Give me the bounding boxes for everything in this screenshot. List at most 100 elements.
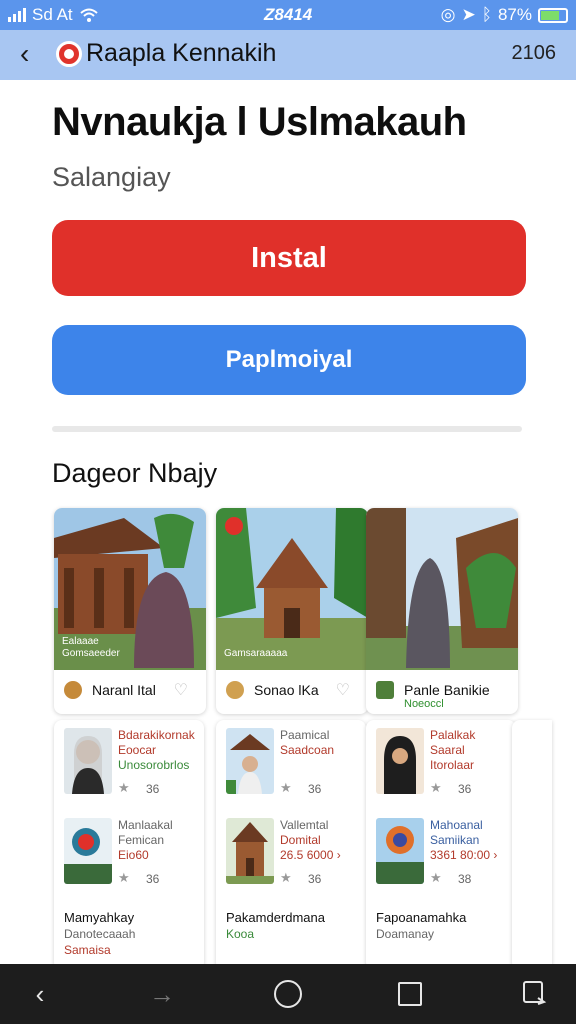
footer-title: Mamyahkay xyxy=(64,910,135,925)
screenshot-caption: Gomsaeeder xyxy=(62,648,120,659)
status-left: Sd At xyxy=(8,5,99,25)
footer-title: Pakamderdmana xyxy=(226,910,325,925)
screenshot-image: Gamsaraaaaa xyxy=(216,508,368,670)
bluetooth-icon: ᛒ xyxy=(481,5,492,24)
battery-percent: 87% xyxy=(497,5,532,24)
status-right: ◎ ➤ ᛒ 87% xyxy=(441,5,568,25)
item-count: 36 xyxy=(458,782,472,796)
item-image xyxy=(376,728,424,794)
item-subtitle: Samiikan xyxy=(430,833,480,847)
app-detail-page: Nvnaukja l Uslmakauh Salangiay Instal Pa… xyxy=(6,80,570,964)
recents-icon[interactable] xyxy=(398,982,422,1006)
card-subtitle: Noeoccl xyxy=(404,698,444,710)
list-item[interactable]: Bdarakikornak Eoocar Unosorobrlos ★ 36 xyxy=(54,720,204,810)
screenshot-card[interactable]: Panle Banikie Noeoccl xyxy=(366,508,518,714)
footer-meta: Samaisa xyxy=(64,943,111,957)
star-icon: ★ xyxy=(280,870,292,885)
item-count: 36 xyxy=(308,782,322,796)
listing-card[interactable]: Bdarakikornak Eoocar Unosorobrlos ★ 36 M… xyxy=(54,720,204,964)
list-item[interactable]: Vallemtal Domital 26.5 6000 › ★ 36 xyxy=(216,810,366,900)
list-item[interactable]: Mahoanal Samiikan 3361 80:00 › ★ 38 xyxy=(366,810,516,900)
heart-icon[interactable]: ♡ xyxy=(174,680,188,700)
battery-icon xyxy=(538,7,568,23)
footer-subtitle: Kooa xyxy=(226,927,255,941)
app-logo xyxy=(56,41,82,67)
item-title: Mahoanal xyxy=(430,818,483,832)
footer-subtitle: Danotecaaah xyxy=(64,927,136,941)
location-icon: ➤ xyxy=(461,5,476,24)
item-meta: Itorolaar xyxy=(430,758,475,772)
card-title: Naranl Ital xyxy=(92,682,156,698)
screenshot-card[interactable]: Gamsaraaaaa Sonao lKa ♡ xyxy=(216,508,368,714)
list-item[interactable]: Manlaakal Femican Eio60 ★ 36 xyxy=(54,810,204,900)
screenshot-image xyxy=(366,508,518,670)
screenshot-caption: Gamsaraaaaa xyxy=(224,648,288,659)
item-meta: 3361 80:00 › xyxy=(430,848,498,862)
card-footer: Pakamderdmana Kooa xyxy=(226,910,362,941)
item-subtitle: Eoocar xyxy=(118,743,157,757)
list-item[interactable]: Paamical Saadcoan ★ 36 xyxy=(216,720,366,810)
card-title: Sonao lKa xyxy=(254,682,319,698)
status-time: Z8414 xyxy=(264,5,313,24)
system-nav-bar: ‹ → xyxy=(0,964,576,1024)
item-count: 36 xyxy=(146,872,160,886)
item-title: Manlaakal xyxy=(118,818,173,832)
item-count: 36 xyxy=(308,872,322,886)
item-subtitle: Saadcoan xyxy=(280,743,335,757)
item-image xyxy=(226,818,274,884)
item-image xyxy=(376,818,424,884)
star-icon: ★ xyxy=(430,870,442,885)
carrier-label: Sd At xyxy=(32,5,73,24)
screenshot-card[interactable]: Ealaaae Gomsaeeder Naranl Ital ♡ xyxy=(54,508,206,714)
footer-subtitle: Doamanay xyxy=(376,927,435,941)
section-title: Dageor Nbajy xyxy=(52,458,218,488)
item-count: 38 xyxy=(458,872,472,886)
listing-card[interactable]: Palalkak Saaral Itorolaar ★ 36 Mahoanal … xyxy=(366,720,516,964)
avatar xyxy=(64,681,82,699)
signal-bars-icon xyxy=(8,8,26,22)
avatar xyxy=(376,681,394,699)
item-meta: Unosorobrlos xyxy=(118,758,190,772)
screenshot-image: Ealaaae Gomsaeeder xyxy=(54,508,206,670)
app-bar: ‹ Raapla Kennakih 2106 xyxy=(0,30,576,80)
list-item[interactable]: Palalkak Saaral Itorolaar ★ 36 xyxy=(366,720,516,810)
back-icon[interactable]: ‹ xyxy=(24,978,56,1010)
item-title: Paamical xyxy=(280,728,330,742)
item-title: Vallemtal xyxy=(280,818,329,832)
heart-icon[interactable]: ♡ xyxy=(336,680,350,700)
item-meta: Eio60 xyxy=(118,848,149,862)
item-meta: 26.5 6000 › xyxy=(280,848,341,862)
status-bar: Sd At Z8414 ◎ ➤ ᛒ 87% xyxy=(0,0,576,30)
divider xyxy=(52,426,522,432)
developer-name[interactable]: Salangiay xyxy=(52,162,171,193)
star-icon: ★ xyxy=(118,870,130,885)
star-icon: ★ xyxy=(430,780,442,795)
listing-card-partial[interactable] xyxy=(512,720,552,964)
wifi-icon xyxy=(79,8,98,22)
listing-card[interactable]: Paamical Saadcoan ★ 36 Vallemtal Domital… xyxy=(216,720,366,964)
item-subtitle: Saaral xyxy=(430,743,465,757)
footer-title: Fapoanamahka xyxy=(376,910,467,925)
star-icon: ★ xyxy=(118,780,130,795)
avatar xyxy=(226,681,244,699)
forward-icon[interactable]: → xyxy=(146,978,178,1010)
item-title: Bdarakikornak xyxy=(118,728,195,742)
item-image xyxy=(64,728,112,794)
alarm-icon: ◎ xyxy=(440,5,456,24)
secondary-button[interactable]: Paplmoiyal xyxy=(52,325,526,395)
item-subtitle: Domital xyxy=(280,833,321,847)
star-icon: ★ xyxy=(280,780,292,795)
card-footer: Fapoanamahka Doamanay xyxy=(376,910,512,941)
home-icon[interactable] xyxy=(274,980,302,1008)
rotate-icon[interactable] xyxy=(518,978,550,1010)
back-arrow-icon[interactable]: ‹ xyxy=(20,38,48,70)
item-count: 36 xyxy=(146,782,160,796)
app-name: Nvnaukja l Uslmakauh xyxy=(52,100,467,144)
install-button[interactable]: Instal xyxy=(52,220,526,296)
app-bar-title: Raapla Kennakih xyxy=(86,39,277,67)
item-image xyxy=(226,728,274,794)
card-footer: Mamyahkay Danotecaaah Samaisa xyxy=(64,910,200,957)
card-title: Panle Banikie xyxy=(404,682,490,698)
item-image xyxy=(64,818,112,884)
app-bar-count: 2106 xyxy=(511,42,557,64)
